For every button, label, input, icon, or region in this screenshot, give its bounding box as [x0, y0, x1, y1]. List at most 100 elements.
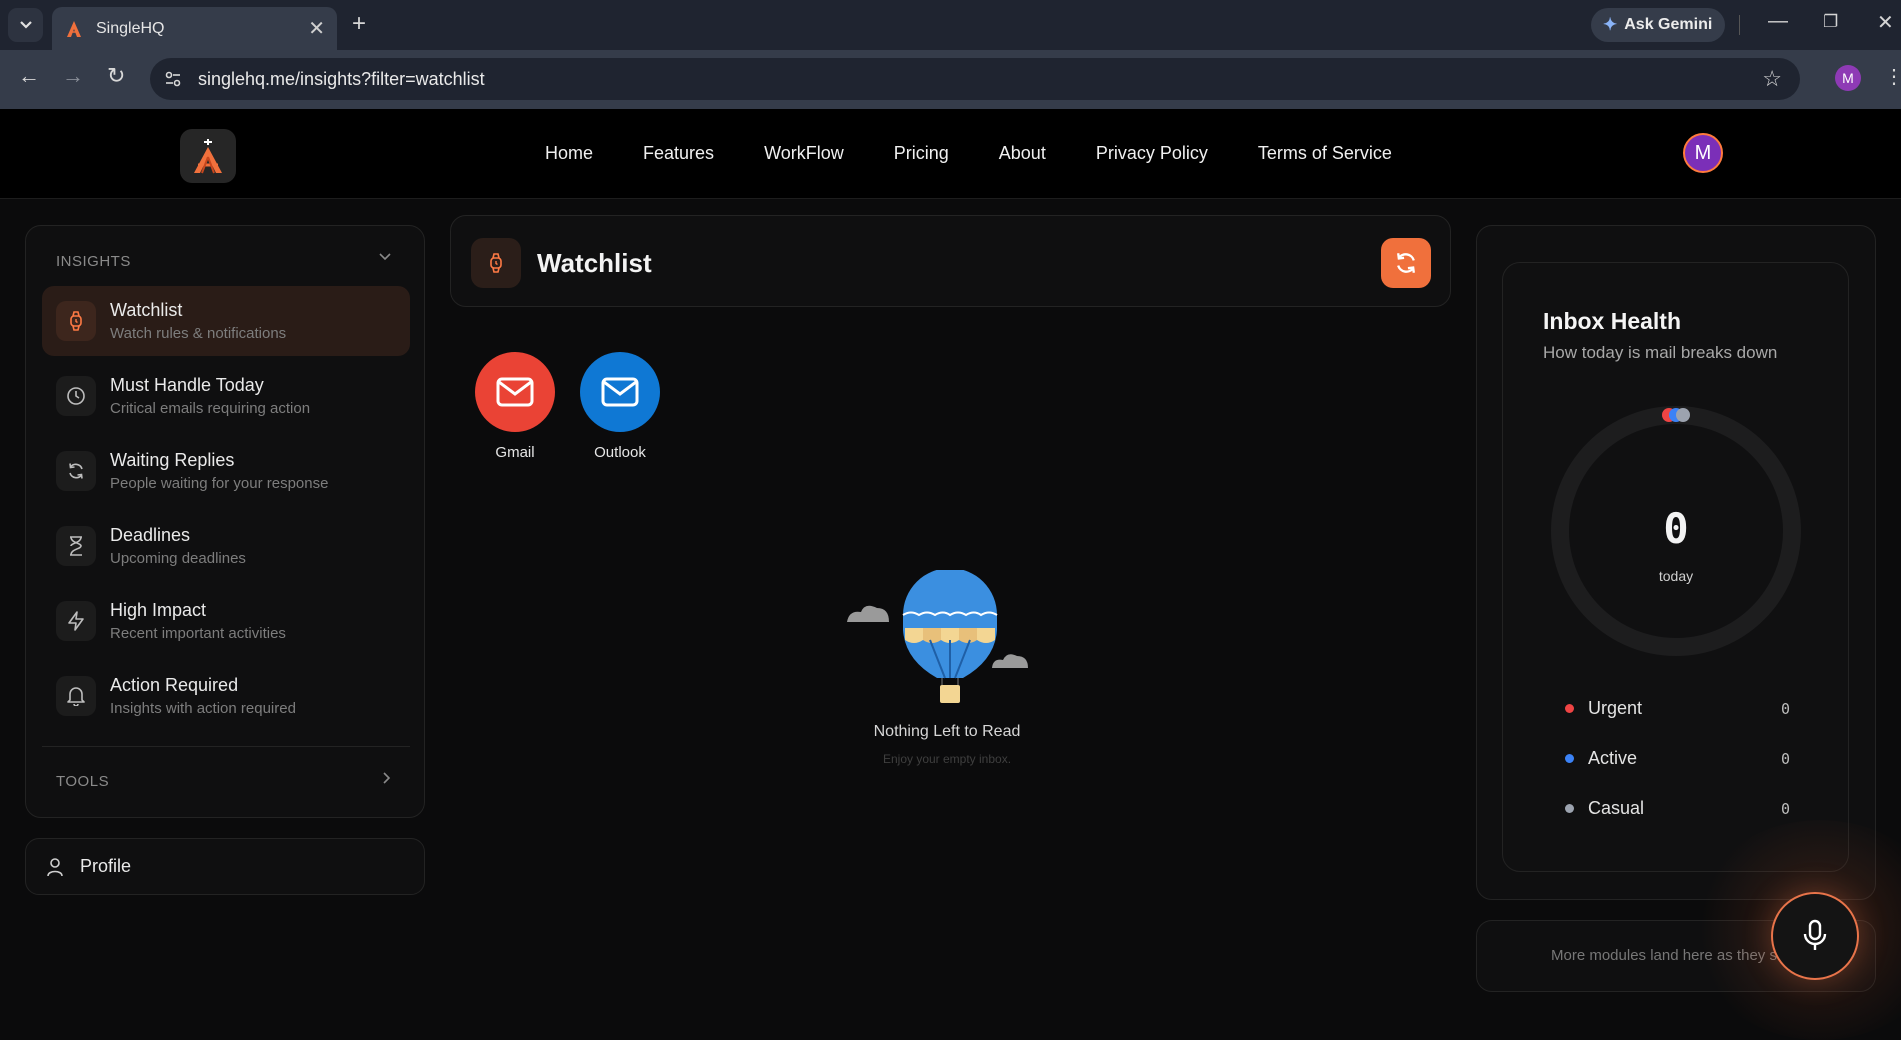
legend-casual: Casual 0: [1565, 798, 1790, 819]
sidebar-item-description: Insights with action required: [110, 700, 296, 717]
gmail-provider-button[interactable]: Gmail: [474, 352, 556, 461]
user-icon: [47, 857, 63, 876]
hourglass-icon: [56, 526, 96, 566]
sidebar-item-high-impact[interactable]: High Impact Recent important activities: [42, 586, 410, 656]
urgent-dot: [1565, 704, 1574, 713]
browser-tab-strip: SingleHQ ✕ + ✦ Ask Gemini — ❐ ✕: [0, 0, 1901, 50]
insights-heading: INSIGHTS: [56, 253, 131, 270]
refresh-icon: [1397, 253, 1415, 273]
sidebar-item-description: Watch rules & notifications: [110, 325, 287, 342]
mail-icon: [475, 352, 555, 432]
casual-dot: [1565, 804, 1574, 813]
nav-privacy-policy[interactable]: Privacy Policy: [1096, 143, 1208, 164]
voice-input-button[interactable]: [1771, 892, 1859, 980]
bookmark-star-icon[interactable]: ☆: [1762, 66, 1782, 92]
primary-nav: Home Features WorkFlow Pricing About Pri…: [545, 143, 1442, 164]
sidebar-item-label: Waiting Replies: [110, 450, 235, 470]
site-header: Home Features WorkFlow Pricing About Pri…: [0, 109, 1901, 199]
bolt-icon: [56, 601, 96, 641]
nav-pricing[interactable]: Pricing: [894, 143, 949, 164]
sidebar-item-description: Upcoming deadlines: [110, 550, 246, 567]
window-controls-divider: [1739, 15, 1740, 35]
nav-terms-of-service[interactable]: Terms of Service: [1258, 143, 1392, 164]
forward-arrow-icon[interactable]: →: [62, 63, 84, 89]
nav-about[interactable]: About: [999, 143, 1046, 164]
legend-value: 0: [1780, 699, 1790, 718]
chevron-down-icon: [19, 21, 32, 29]
page-title: Watchlist: [537, 248, 652, 278]
sidebar-item-waiting-replies[interactable]: Waiting Replies People waiting for your r…: [42, 436, 410, 506]
ask-gemini-button[interactable]: ✦ Ask Gemini: [1591, 8, 1725, 42]
chrome-profile-avatar[interactable]: M: [1835, 65, 1861, 91]
gauge-casual-marker: [1676, 408, 1690, 422]
close-window-icon[interactable]: ✕: [1877, 10, 1894, 35]
chrome-menu-icon[interactable]: ⋮: [1884, 64, 1901, 89]
inbox-health-title: Inbox Health: [1543, 308, 1682, 334]
url-text: singlehq.me/insights?filter=watchlist: [198, 68, 485, 89]
address-bar[interactable]: singlehq.me/insights?filter=watchlist ☆: [150, 58, 1800, 100]
inbox-total-count: 0: [1663, 504, 1688, 553]
browser-tab[interactable]: SingleHQ ✕: [52, 7, 337, 50]
sidebar-item-label: Deadlines: [110, 525, 191, 545]
expand-tools-icon[interactable]: [382, 771, 392, 789]
inbox-health-subtitle: How today is mail breaks down: [1543, 343, 1778, 362]
microphone-icon: [1803, 919, 1827, 950]
sidebar-item-description: Critical emails requiring action: [110, 400, 311, 417]
legend-active: Active 0: [1565, 748, 1790, 769]
singlehq-favicon-icon: [67, 20, 81, 37]
insights-sidebar: INSIGHTS Watchlist Watch rules & notifica…: [25, 225, 425, 818]
empty-state-title: Nothing Left to Read: [873, 723, 1021, 740]
inbox-health-gauge: 0 today: [1551, 406, 1801, 656]
reload-icon[interactable]: ↻: [107, 63, 125, 89]
gemini-sparkle-icon: ✦: [1603, 15, 1618, 34]
singlehq-logo-icon: [194, 139, 222, 174]
chevron-down-icon: [379, 253, 391, 261]
browser-toolbar: ← → ↻ singlehq.me/insights?filter=watchl…: [0, 50, 1901, 109]
provider-label: Outlook: [594, 444, 646, 461]
legend-value: 0: [1780, 749, 1790, 768]
tools-heading: TOOLS: [56, 773, 110, 790]
chevron-right-icon: [383, 772, 391, 784]
legend-urgent: Urgent 0: [1565, 698, 1790, 719]
new-tab-button[interactable]: +: [352, 10, 366, 38]
sidebar-item-label: Watchlist: [110, 300, 183, 320]
close-tab-icon[interactable]: ✕: [308, 16, 325, 41]
sidebar-item-watchlist[interactable]: Watchlist Watch rules & notifications: [42, 286, 410, 356]
watch-icon: [56, 301, 96, 341]
nav-workflow[interactable]: WorkFlow: [764, 143, 844, 164]
hot-air-balloon-illustration: [847, 570, 1028, 703]
empty-state-subtitle: Enjoy your empty inbox.: [882, 752, 1012, 766]
sidebar-divider: [42, 746, 410, 747]
singlehq-logo[interactable]: [180, 129, 236, 183]
legend-label: Casual: [1588, 798, 1645, 818]
refresh-button[interactable]: [1381, 238, 1431, 288]
inbox-health-card: Inbox Health How today is mail breaks do…: [1502, 262, 1849, 872]
minimize-window-icon[interactable]: —: [1768, 10, 1788, 33]
sidebar-item-deadlines[interactable]: Deadlines Upcoming deadlines: [42, 511, 410, 581]
user-avatar[interactable]: M: [1683, 133, 1723, 173]
sidebar-item-description: Recent important activities: [110, 625, 286, 642]
legend-value: 0: [1780, 799, 1790, 818]
sidebar-item-must-handle-today[interactable]: Must Handle Today Critical emails requiri…: [42, 361, 410, 431]
tab-search-button[interactable]: [8, 8, 43, 42]
ask-gemini-label: Ask Gemini: [1624, 16, 1713, 33]
sidebar-item-description: People waiting for your response: [110, 475, 329, 492]
sidebar-item-action-required[interactable]: Action Required Insights with action requ…: [42, 661, 410, 731]
profile-button[interactable]: Profile: [25, 838, 425, 895]
restore-window-icon[interactable]: ❐: [1823, 12, 1838, 32]
legend-label: Urgent: [1588, 698, 1643, 718]
active-dot: [1565, 754, 1574, 763]
sidebar-item-label: High Impact: [110, 600, 207, 620]
nav-home[interactable]: Home: [545, 143, 593, 164]
refresh-icon: [56, 451, 96, 491]
watchlist-header-card: Watchlist: [450, 215, 1451, 307]
mail-icon: [580, 352, 660, 432]
more-modules-text: More modules land here as they ship: [1551, 947, 1797, 964]
site-settings-icon[interactable]: [164, 70, 182, 88]
sidebar-item-label: Action Required: [110, 675, 239, 695]
outlook-provider-button[interactable]: Outlook: [579, 352, 661, 461]
back-arrow-icon[interactable]: ←: [18, 63, 40, 89]
collapse-insights-icon[interactable]: [378, 249, 392, 266]
nav-features[interactable]: Features: [643, 143, 714, 164]
inbox-total-label: today: [1659, 568, 1693, 584]
